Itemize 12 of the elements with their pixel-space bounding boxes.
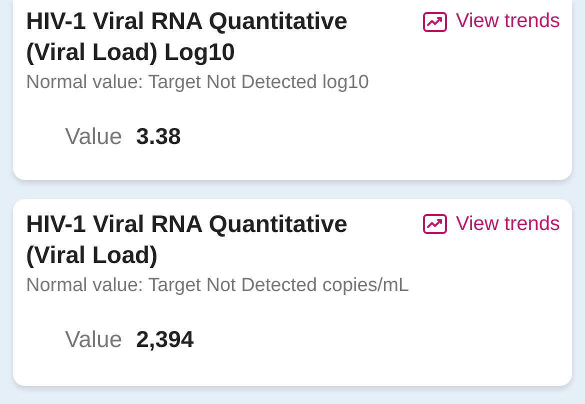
test-title: HIV-1 Viral RNA Quantitative (Viral Load) — [26, 210, 348, 270]
chart-icon — [422, 12, 447, 32]
normal-value-text: Normal value: Target Not Detected log10 — [26, 71, 370, 95]
chart-icon — [422, 214, 447, 234]
view-trends-link[interactable]: View trends — [422, 208, 560, 240]
view-trends-link[interactable]: View trends — [422, 6, 560, 37]
value-label: Value — [65, 122, 122, 151]
value-text: 3.38 — [136, 122, 181, 151]
test-title: HIV-1 Viral RNA Quantitative (Viral Load) Log10 — [26, 7, 348, 68]
value-text: 2,394 — [136, 324, 194, 354]
value-label: Value — [65, 324, 122, 354]
normal-value-text: Normal value: Target Not Detected copies/mL — [26, 274, 410, 298]
